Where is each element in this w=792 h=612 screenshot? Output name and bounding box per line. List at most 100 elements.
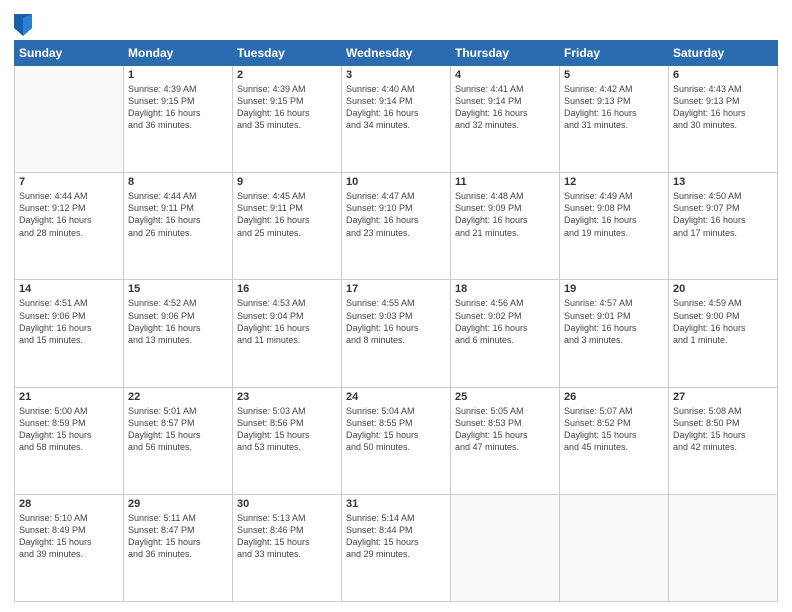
day-detail: Sunrise: 4:50 AM Sunset: 9:07 PM Dayligh… [673,190,773,239]
week-row-3: 14 Sunrise: 4:51 AM Sunset: 9:06 PM Dayli… [15,280,778,387]
weekday-header-monday: Monday [124,41,233,66]
day-number: 7 [19,176,119,188]
day-cell: 25Sunrise: 5:05 AM Sunset: 8:53 PM Dayli… [451,387,560,494]
day-cell [15,66,124,173]
day-cell: 23 Sunrise: 5:03 AM Sunset: 8:56 PM Dayli… [233,387,342,494]
day-cell: 13Sunrise: 4:50 AM Sunset: 9:07 PM Dayli… [669,173,778,280]
day-cell: 30Sunrise: 5:13 AM Sunset: 8:46 PM Dayli… [233,494,342,601]
weekday-header-row: SundayMondayTuesdayWednesdayThursdayFrid… [15,41,778,66]
day-cell: 24 Sunrise: 5:04 AM Sunset: 8:55 PM Dayli… [342,387,451,494]
day-cell: 11 Sunrise: 4:48 AM Sunset: 9:09 PM Dayli… [451,173,560,280]
logo [14,14,34,36]
day-detail: Sunrise: 4:44 AM Sunset: 9:12 PM Dayligh… [19,190,119,239]
day-number: 9 [237,176,337,188]
page: SundayMondayTuesdayWednesdayThursdayFrid… [0,0,792,612]
day-number: 29 [128,498,228,510]
day-number: 24 [346,391,446,403]
day-number: 25 [455,391,555,403]
day-detail: Sunrise: 5:14 AM Sunset: 8:44 PM Dayligh… [346,512,446,561]
day-detail: Sunrise: 5:11 AM Sunset: 8:47 PM Dayligh… [128,512,228,561]
day-number: 27 [673,391,773,403]
day-number: 8 [128,176,228,188]
day-cell: 7 Sunrise: 4:44 AM Sunset: 9:12 PM Daylig… [15,173,124,280]
logo-icon [14,14,32,36]
day-detail: Sunrise: 5:01 AM Sunset: 8:57 PM Dayligh… [128,405,228,454]
day-detail: Sunrise: 4:45 AM Sunset: 9:11 PM Dayligh… [237,190,337,239]
day-cell: 26 Sunrise: 5:07 AM Sunset: 8:52 PM Dayli… [560,387,669,494]
day-detail: Sunrise: 5:04 AM Sunset: 8:55 PM Dayligh… [346,405,446,454]
day-cell: 5 Sunrise: 4:42 AM Sunset: 9:13 PM Daylig… [560,66,669,173]
week-row-1: 1Sunrise: 4:39 AM Sunset: 9:15 PM Daylig… [15,66,778,173]
day-detail: Sunrise: 5:10 AM Sunset: 8:49 PM Dayligh… [19,512,119,561]
day-cell: 3 Sunrise: 4:40 AM Sunset: 9:14 PM Daylig… [342,66,451,173]
day-cell: 9 Sunrise: 4:45 AM Sunset: 9:11 PM Daylig… [233,173,342,280]
week-row-5: 28 Sunrise: 5:10 AM Sunset: 8:49 PM Dayli… [15,494,778,601]
day-cell: 10 Sunrise: 4:47 AM Sunset: 9:10 PM Dayli… [342,173,451,280]
day-number: 23 [237,391,337,403]
day-cell: 2 Sunrise: 4:39 AM Sunset: 9:15 PM Daylig… [233,66,342,173]
header [14,10,778,36]
day-cell: 17 Sunrise: 4:55 AM Sunset: 9:03 PM Dayli… [342,280,451,387]
day-number: 4 [455,69,555,81]
day-detail: Sunrise: 4:57 AM Sunset: 9:01 PM Dayligh… [564,297,664,346]
day-cell: 14 Sunrise: 4:51 AM Sunset: 9:06 PM Dayli… [15,280,124,387]
day-number: 26 [564,391,664,403]
day-cell: 21 Sunrise: 5:00 AM Sunset: 8:59 PM Dayli… [15,387,124,494]
day-number: 31 [346,498,446,510]
weekday-header-wednesday: Wednesday [342,41,451,66]
day-detail: Sunrise: 4:47 AM Sunset: 9:10 PM Dayligh… [346,190,446,239]
day-number: 11 [455,176,555,188]
day-cell: 19Sunrise: 4:57 AM Sunset: 9:01 PM Dayli… [560,280,669,387]
weekday-header-sunday: Sunday [15,41,124,66]
day-detail: Sunrise: 4:39 AM Sunset: 9:15 PM Dayligh… [237,83,337,132]
day-detail: Sunrise: 4:49 AM Sunset: 9:08 PM Dayligh… [564,190,664,239]
day-number: 21 [19,391,119,403]
weekday-header-saturday: Saturday [669,41,778,66]
day-cell [669,494,778,601]
day-number: 6 [673,69,773,81]
day-number: 3 [346,69,446,81]
day-cell: 31 Sunrise: 5:14 AM Sunset: 8:44 PM Dayli… [342,494,451,601]
calendar-table: SundayMondayTuesdayWednesdayThursdayFrid… [14,40,778,602]
day-number: 5 [564,69,664,81]
weekday-header-thursday: Thursday [451,41,560,66]
day-cell: 22 Sunrise: 5:01 AM Sunset: 8:57 PM Dayli… [124,387,233,494]
day-number: 14 [19,283,119,295]
day-cell: 4 Sunrise: 4:41 AM Sunset: 9:14 PM Daylig… [451,66,560,173]
day-detail: Sunrise: 5:13 AM Sunset: 8:46 PM Dayligh… [237,512,337,561]
day-detail: Sunrise: 5:03 AM Sunset: 8:56 PM Dayligh… [237,405,337,454]
day-detail: Sunrise: 4:42 AM Sunset: 9:13 PM Dayligh… [564,83,664,132]
day-detail: Sunrise: 4:52 AM Sunset: 9:06 PM Dayligh… [128,297,228,346]
day-cell: 18 Sunrise: 4:56 AM Sunset: 9:02 PM Dayli… [451,280,560,387]
day-detail: Sunrise: 4:51 AM Sunset: 9:06 PM Dayligh… [19,297,119,346]
day-cell: 27Sunrise: 5:08 AM Sunset: 8:50 PM Dayli… [669,387,778,494]
week-row-4: 21 Sunrise: 5:00 AM Sunset: 8:59 PM Dayli… [15,387,778,494]
day-detail: Sunrise: 4:40 AM Sunset: 9:14 PM Dayligh… [346,83,446,132]
day-number: 20 [673,283,773,295]
day-number: 28 [19,498,119,510]
weekday-header-tuesday: Tuesday [233,41,342,66]
day-detail: Sunrise: 5:07 AM Sunset: 8:52 PM Dayligh… [564,405,664,454]
day-number: 10 [346,176,446,188]
day-number: 17 [346,283,446,295]
day-detail: Sunrise: 5:00 AM Sunset: 8:59 PM Dayligh… [19,405,119,454]
day-cell [451,494,560,601]
day-cell [560,494,669,601]
day-number: 2 [237,69,337,81]
day-cell: 29 Sunrise: 5:11 AM Sunset: 8:47 PM Dayli… [124,494,233,601]
week-row-2: 7 Sunrise: 4:44 AM Sunset: 9:12 PM Daylig… [15,173,778,280]
day-detail: Sunrise: 4:55 AM Sunset: 9:03 PM Dayligh… [346,297,446,346]
day-cell: 16Sunrise: 4:53 AM Sunset: 9:04 PM Dayli… [233,280,342,387]
day-cell: 15 Sunrise: 4:52 AM Sunset: 9:06 PM Dayli… [124,280,233,387]
day-number: 22 [128,391,228,403]
day-detail: Sunrise: 4:48 AM Sunset: 9:09 PM Dayligh… [455,190,555,239]
day-detail: Sunrise: 4:56 AM Sunset: 9:02 PM Dayligh… [455,297,555,346]
day-detail: Sunrise: 4:41 AM Sunset: 9:14 PM Dayligh… [455,83,555,132]
day-cell: 8 Sunrise: 4:44 AM Sunset: 9:11 PM Daylig… [124,173,233,280]
day-cell: 20Sunrise: 4:59 AM Sunset: 9:00 PM Dayli… [669,280,778,387]
day-number: 12 [564,176,664,188]
day-number: 15 [128,283,228,295]
day-cell: 6Sunrise: 4:43 AM Sunset: 9:13 PM Daylig… [669,66,778,173]
day-number: 18 [455,283,555,295]
day-detail: Sunrise: 4:44 AM Sunset: 9:11 PM Dayligh… [128,190,228,239]
